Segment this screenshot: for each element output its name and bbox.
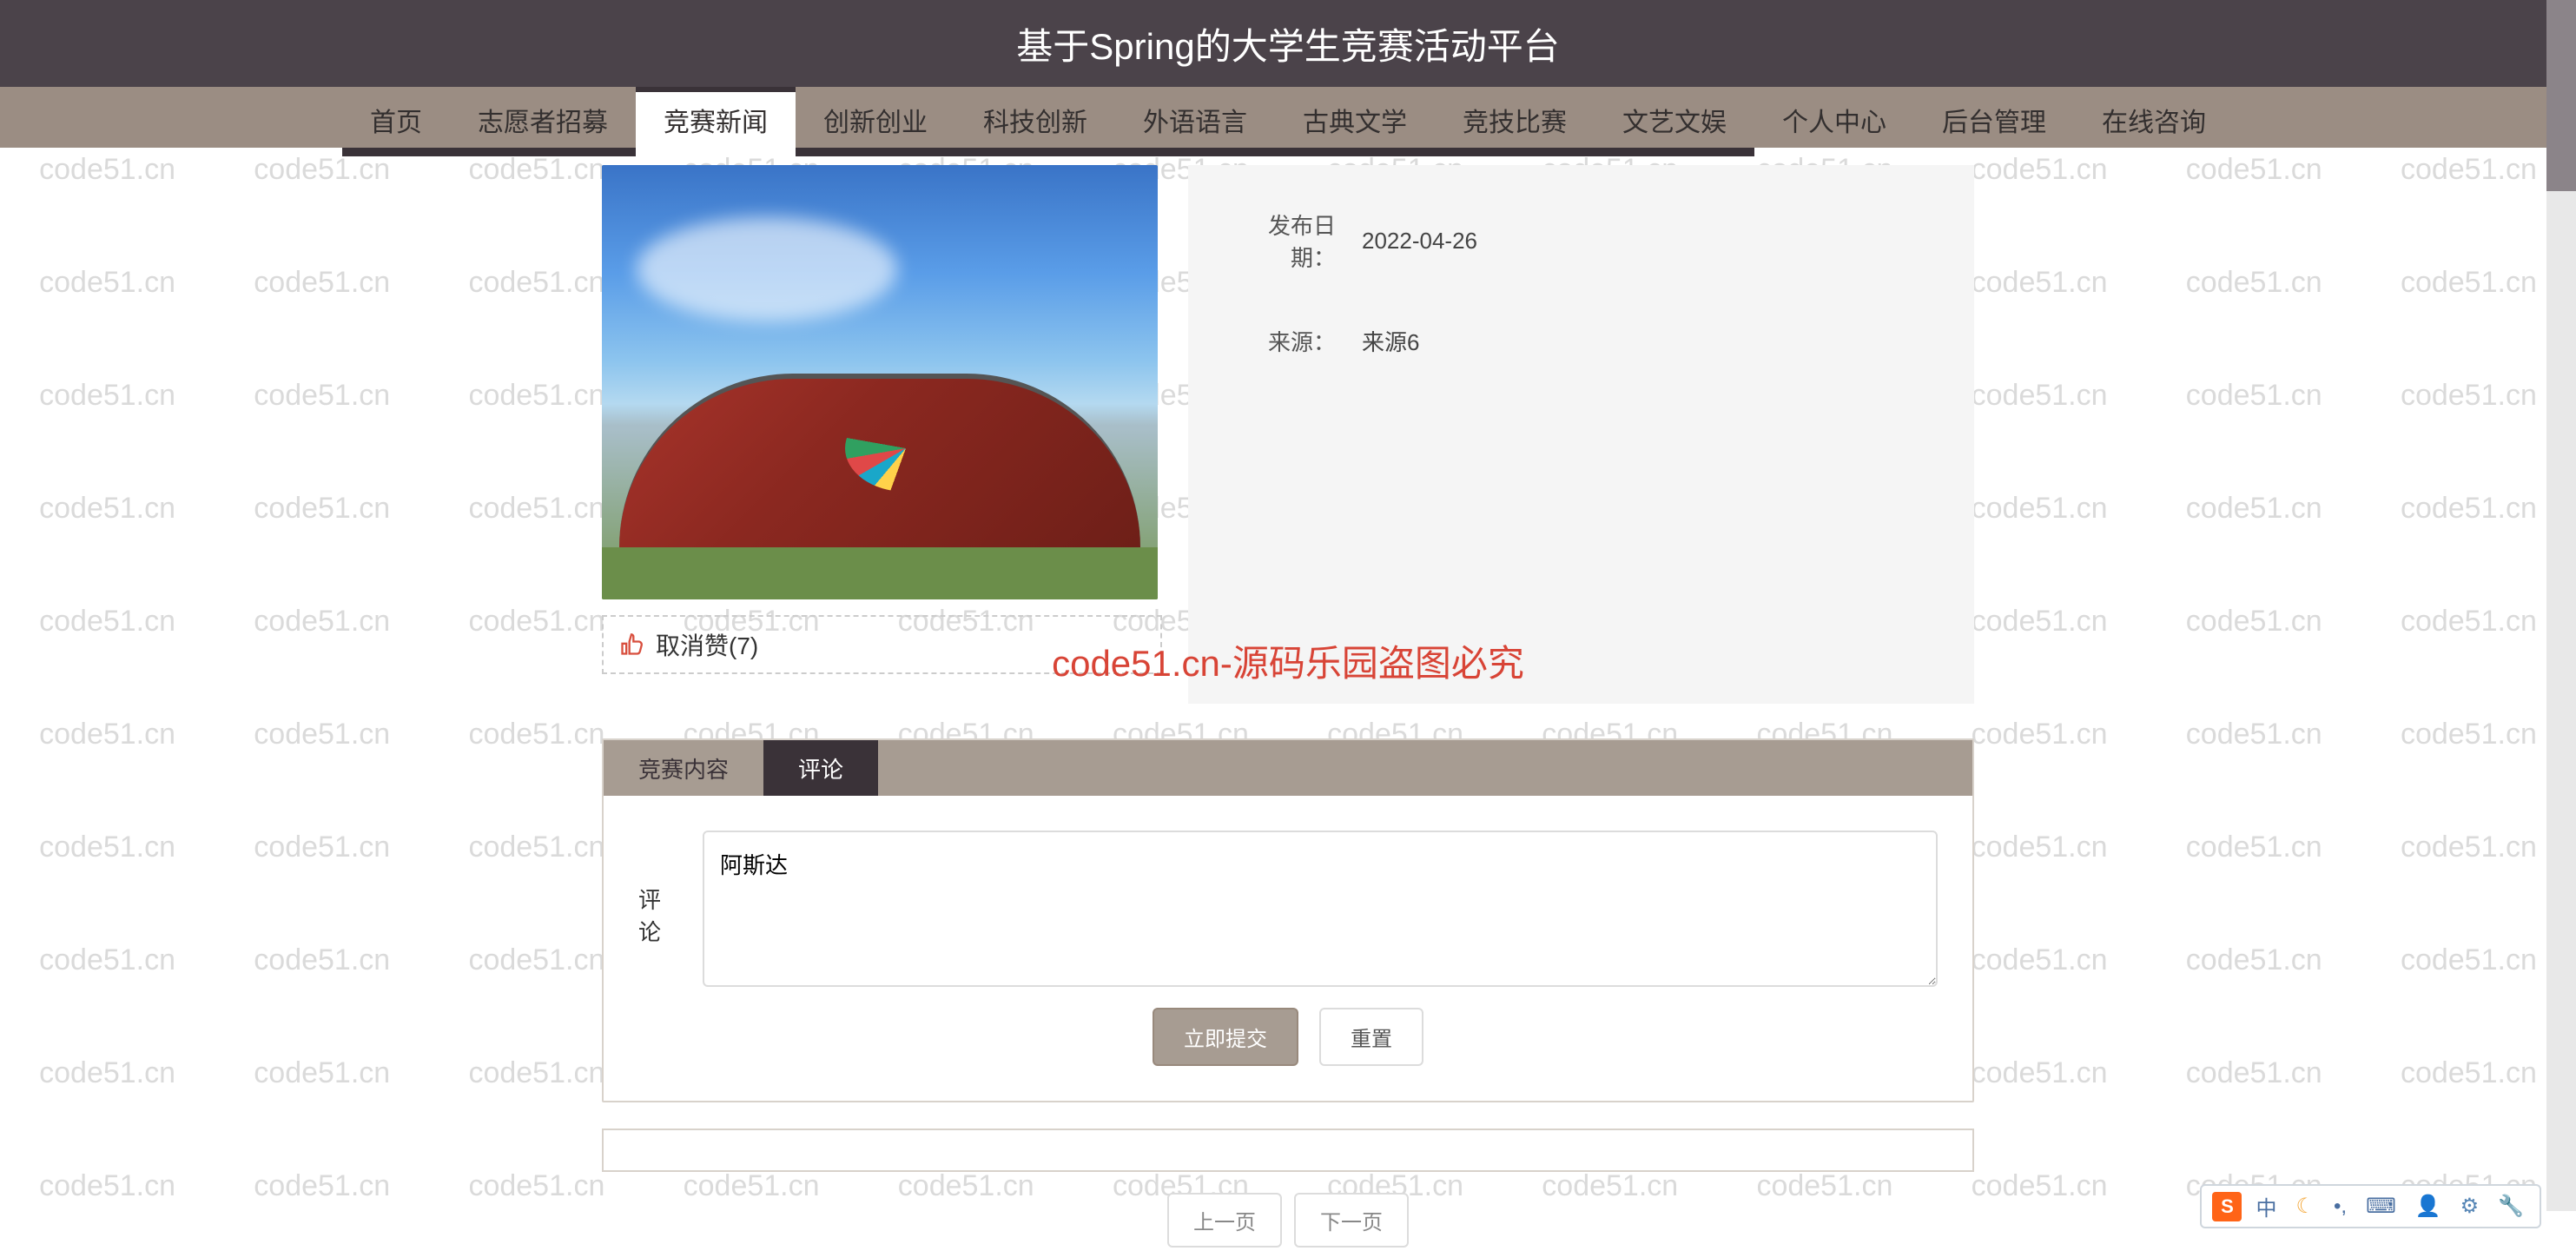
info-label: 发布日期： — [1240, 208, 1362, 273]
scrollbar-thumb[interactable] — [2546, 0, 2576, 191]
info-row: 发布日期：2022-04-26 — [1240, 208, 1922, 273]
tool-icon[interactable]: 🔧 — [2493, 1194, 2529, 1219]
nav-item-1[interactable]: 志愿者招募 — [450, 87, 636, 148]
nav-item-2[interactable]: 竞赛新闻 — [636, 87, 796, 148]
thumbs-up-icon — [619, 632, 644, 657]
comment-label: 评论 — [638, 831, 682, 947]
tabs-block: 竞赛内容评论 评论 立即提交 重置 — [602, 738, 1974, 1102]
submit-button[interactable]: 立即提交 — [1153, 1008, 1298, 1066]
unlike-label: 取消赞(7) — [656, 627, 758, 662]
ime-toolbar[interactable]: S 中 ☾ •, ⌨ 👤 ⚙ 🔧 — [2200, 1184, 2541, 1228]
info-value: 2022-04-26 — [1362, 228, 1477, 255]
nav-item-3[interactable]: 创新创业 — [796, 87, 955, 148]
tab-0[interactable]: 竞赛内容 — [604, 740, 763, 796]
comment-textarea[interactable] — [703, 831, 1938, 987]
tab-1[interactable]: 评论 — [763, 740, 878, 796]
nav-item-10[interactable]: 后台管理 — [1914, 87, 2074, 148]
prev-page-button[interactable]: 上一页 — [1167, 1193, 1282, 1248]
unlike-button[interactable]: 取消赞(7) — [602, 615, 1162, 674]
nav-item-8[interactable]: 文艺文娱 — [1595, 87, 1754, 148]
nav-item-6[interactable]: 古典文学 — [1275, 87, 1435, 148]
person-icon[interactable]: 👤 — [2410, 1194, 2447, 1219]
info-row: 来源：来源6 — [1240, 325, 1922, 357]
nav-item-5[interactable]: 外语语言 — [1115, 87, 1275, 148]
nav-item-7[interactable]: 竞技比赛 — [1435, 87, 1595, 148]
pager: 上一页 下一页 — [602, 1193, 1974, 1248]
app-title: 基于Spring的大学生竞赛活动平台 — [1016, 17, 1559, 70]
content-area: 取消赞(7) 发布日期：2022-04-26来源：来源6 竞赛内容评论 评论 立… — [0, 148, 2576, 1248]
info-label: 来源： — [1240, 325, 1362, 357]
nav-item-4[interactable]: 科技创新 — [955, 87, 1115, 148]
nav-item-11[interactable]: 在线咨询 — [2074, 87, 2234, 148]
nav-item-9[interactable]: 个人中心 — [1754, 87, 1914, 148]
app-header: 基于Spring的大学生竞赛活动平台 — [0, 0, 2576, 87]
tabs-header: 竞赛内容评论 — [604, 740, 1972, 796]
info-panel: 发布日期：2022-04-26 来源：来源6 — [1188, 165, 1974, 704]
next-page-button[interactable]: 下一页 — [1294, 1193, 1409, 1248]
comment-list — [602, 1129, 1974, 1172]
tabs-body: 评论 立即提交 重置 — [604, 796, 1972, 1101]
moon-icon[interactable]: ☾ — [2290, 1194, 2320, 1219]
main-nav: 首页志愿者招募竞赛新闻创新创业科技创新外语语言古典文学竞技比赛文艺文娱个人中心后… — [0, 87, 2576, 148]
article-image — [602, 165, 1158, 599]
ime-lang[interactable]: 中 — [2250, 1191, 2282, 1221]
ime-logo-icon: S — [2212, 1192, 2242, 1221]
nav-item-0[interactable]: 首页 — [342, 87, 450, 148]
keyboard-icon[interactable]: ⌨ — [2361, 1194, 2401, 1219]
info-value: 来源6 — [1362, 325, 1419, 357]
reset-button[interactable]: 重置 — [1319, 1008, 1423, 1066]
ime-punct[interactable]: •, — [2328, 1195, 2352, 1219]
gear-icon[interactable]: ⚙ — [2455, 1194, 2485, 1219]
vertical-scrollbar[interactable] — [2546, 0, 2576, 1211]
